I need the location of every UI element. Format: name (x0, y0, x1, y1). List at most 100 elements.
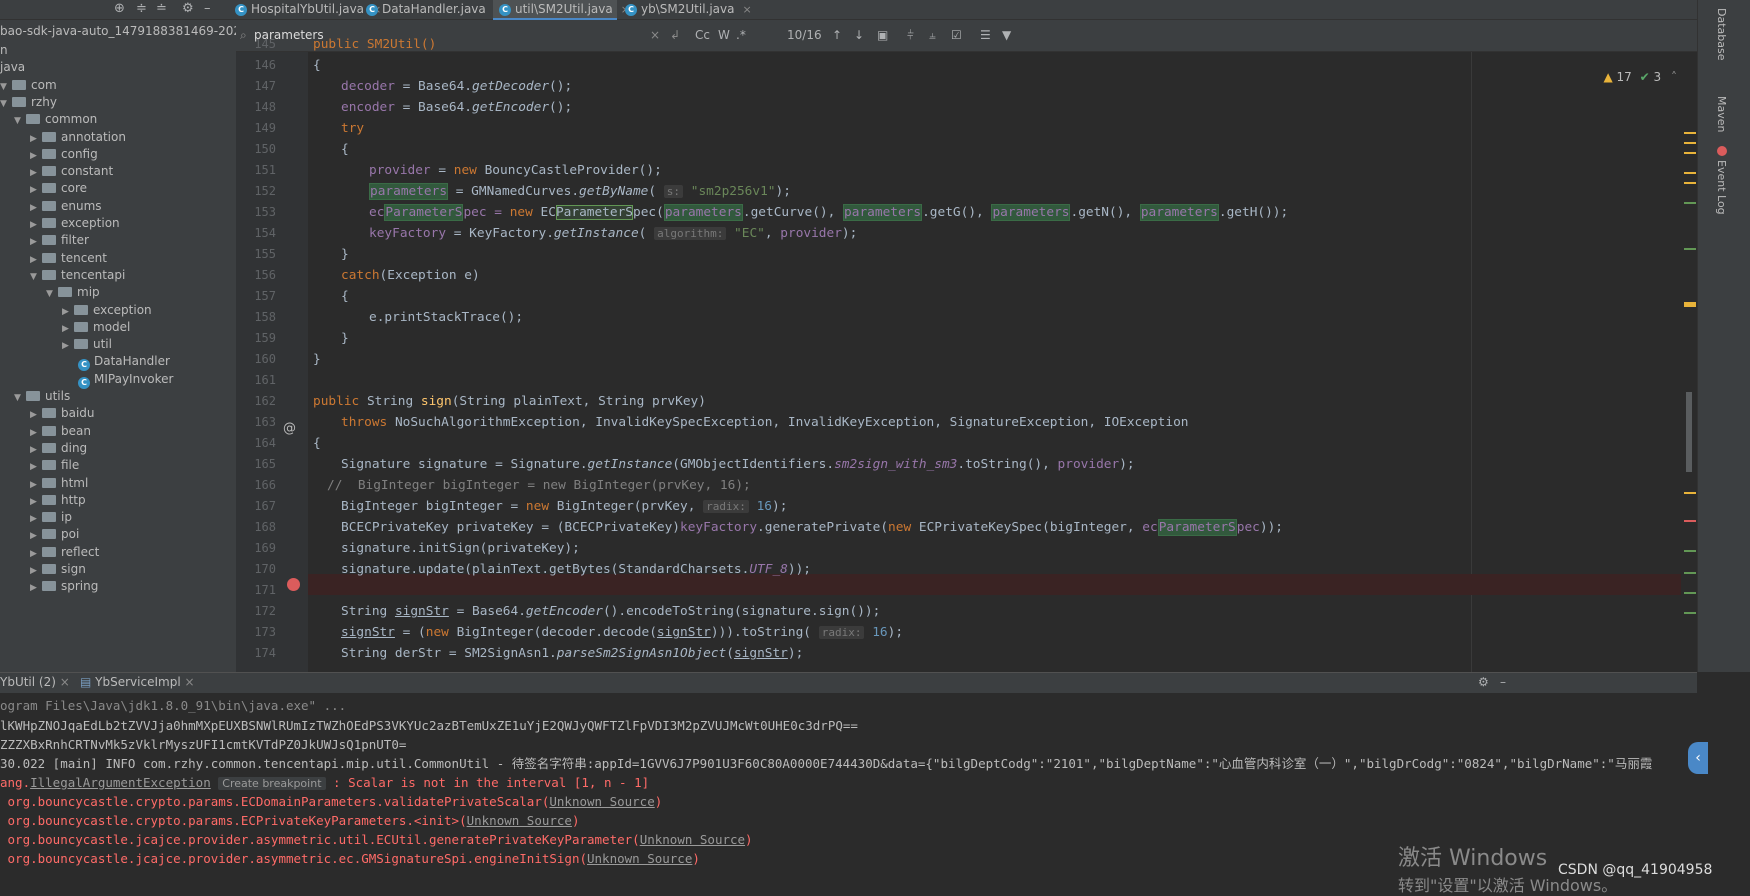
chevron-down-icon[interactable]: ▼ (46, 285, 58, 304)
tree-item-baidu[interactable]: ▶ baidu (30, 404, 95, 423)
tree-item-exception[interactable]: ▶ exception (62, 301, 152, 320)
chevron-down-icon[interactable]: ▼ (14, 112, 26, 131)
editor-scrollbar[interactable] (1681, 52, 1697, 672)
next-match-icon[interactable]: ↓ (854, 28, 864, 42)
tree-item-sign[interactable]: ▶ sign (30, 560, 86, 579)
source-link[interactable]: Unknown Source (587, 851, 692, 866)
add-occurrence-icon[interactable]: ⫩ (907, 28, 914, 43)
tree-item-annotation[interactable]: ▶ annotation (30, 128, 126, 147)
tree-item-reflect[interactable]: ▶ reflect (30, 543, 99, 562)
chevron-right-icon[interactable]: ▶ (62, 337, 74, 356)
remove-occurrence-icon[interactable]: ⫨ (929, 28, 936, 43)
select-all-occurrences-icon[interactable]: ☑ (951, 28, 962, 42)
folder-icon (42, 131, 56, 142)
source-link[interactable]: Unknown Source (467, 813, 572, 828)
line-number: 160 (254, 352, 276, 366)
clear-search-icon[interactable]: × (650, 28, 660, 42)
event-log-tool[interactable]: Event Log (1715, 160, 1728, 215)
tree-item-filter[interactable]: ▶ filter (30, 231, 89, 250)
previous-match-icon[interactable]: ↑ (832, 28, 842, 42)
chevron-down-icon[interactable]: ▼ (30, 268, 42, 287)
tree-item-java[interactable]: java (0, 58, 25, 77)
tree-item-common[interactable]: ▼ common (14, 110, 97, 129)
chevron-right-icon[interactable]: ▶ (30, 579, 42, 598)
tree-item-n[interactable]: n (0, 41, 8, 60)
exception-link[interactable]: IllegalArgumentException (30, 775, 211, 790)
new-line-icon[interactable]: ↲ (670, 28, 680, 42)
override-marker-icon[interactable]: @ (283, 421, 296, 436)
close-icon[interactable]: × (184, 675, 194, 689)
minimize-icon[interactable]: – (204, 1, 211, 16)
tab-ybserviceimpl[interactable]: ▤ YbServiceImpl × (80, 675, 195, 689)
tree-item-spring[interactable]: ▶ spring (30, 577, 98, 596)
code-line: public SM2Util() (313, 37, 437, 52)
tree-item-poi[interactable]: ▶ poi (30, 525, 79, 544)
tree-item-file[interactable]: ▶ file (30, 456, 79, 475)
error-stripe-mark (1684, 492, 1696, 494)
scroll-thumb[interactable] (1686, 392, 1692, 472)
gear-icon[interactable]: ⚙ (182, 1, 194, 16)
expand-all-icon[interactable]: ≑ (136, 1, 147, 16)
line-number: 166 (254, 478, 276, 492)
source-link[interactable]: Unknown Source (549, 794, 654, 809)
breakpoint-icon[interactable] (287, 578, 300, 591)
tree-item-util[interactable]: ▶ util (62, 335, 112, 354)
tree-item-mip[interactable]: ▼ mip (46, 283, 100, 302)
class-icon: C (625, 4, 637, 16)
collapse-panel-button[interactable]: ‹ (1688, 742, 1708, 774)
tab-ybutil-2[interactable]: YbUtil (2) × (0, 675, 70, 689)
tree-item-model[interactable]: ▶ model (62, 318, 130, 337)
maven-tool[interactable]: Maven (1715, 96, 1728, 132)
class-icon: C (78, 376, 90, 389)
create-breakpoint-button[interactable]: Create breakpoint (218, 777, 326, 790)
tab-yb-sm2util[interactable]: Cyb\SM2Util.java × (619, 0, 752, 20)
tree-item-utils[interactable]: ▼ utils (14, 387, 70, 406)
tree-item-label: annotation (61, 129, 126, 144)
select-all-icon[interactable]: ▣ (877, 28, 888, 42)
tree-item-tencentapi[interactable]: ▼ tencentapi (30, 266, 125, 285)
tree-item-datahandler[interactable]: C DataHandler (78, 352, 170, 372)
tree-item-core[interactable]: ▶ core (30, 179, 87, 198)
tree-item-http[interactable]: ▶ http (30, 491, 86, 510)
close-icon[interactable]: × (742, 3, 751, 16)
database-tool[interactable]: Database (1715, 8, 1728, 61)
tab-hospitalybutil[interactable]: CHospitalYbUtil.java× (229, 0, 381, 20)
match-case-toggle[interactable]: Cc (695, 28, 710, 42)
tree-item-constant[interactable]: ▶ constant (30, 162, 113, 181)
error-stripe-mark (1684, 302, 1696, 307)
gear-icon[interactable]: ⚙ (1478, 675, 1489, 689)
chevron-up-icon[interactable]: ˄ (1671, 70, 1677, 84)
chevron-down-icon[interactable]: ▼ (14, 389, 26, 408)
locate-icon[interactable]: ⊕ (114, 1, 125, 16)
tab-datahandler[interactable]: CDataHandler.java× (360, 0, 503, 20)
tree-item-label: mip (77, 285, 100, 300)
tree-item-config[interactable]: ▶ config (30, 145, 98, 164)
source-link[interactable]: Unknown Source (640, 832, 745, 847)
tab-util-sm2util[interactable]: Cutil\SM2Util.java× (493, 0, 630, 20)
tree-item-com[interactable]: ▼ com (0, 76, 57, 95)
tree-item-rzhy[interactable]: ▼ rzhy (0, 93, 57, 112)
project-root[interactable]: bao-sdk-java-auto_1479188381469-2021020 (0, 22, 236, 41)
error-stripe-mark (1684, 142, 1696, 144)
tree-item-tencent[interactable]: ▶ tencent (30, 249, 107, 268)
close-icon[interactable]: × (60, 675, 70, 689)
chevron-down-icon[interactable]: ▼ (0, 95, 12, 114)
tree-item-html[interactable]: ▶ html (30, 474, 88, 493)
words-toggle[interactable]: W (718, 28, 730, 42)
tree-item-ip[interactable]: ▶ ip (30, 508, 72, 527)
collapse-all-icon[interactable]: ≐ (156, 1, 167, 16)
tree-item-enums[interactable]: ▶ enums (30, 197, 102, 216)
search-in-selection-icon[interactable]: ☰ (980, 28, 991, 42)
folder-icon (42, 460, 56, 471)
tree-item-exception[interactable]: ▶ exception (30, 214, 120, 233)
tree-item-bean[interactable]: ▶ bean (30, 422, 91, 441)
tree-item-ding[interactable]: ▶ ding (30, 439, 87, 458)
line-number: 162 (254, 394, 276, 408)
minimize-icon[interactable]: – (1500, 675, 1506, 689)
filter-icon[interactable]: ▼ (1002, 28, 1011, 42)
class-icon: C (499, 4, 511, 16)
inspection-widget[interactable]: ▲ 17 ✔ 3 ˄ (1603, 70, 1677, 84)
tree-item-mipayinvoker[interactable]: C MIPayInvoker (78, 370, 173, 389)
folder-icon (42, 512, 56, 523)
regex-toggle[interactable]: .* (736, 28, 746, 42)
